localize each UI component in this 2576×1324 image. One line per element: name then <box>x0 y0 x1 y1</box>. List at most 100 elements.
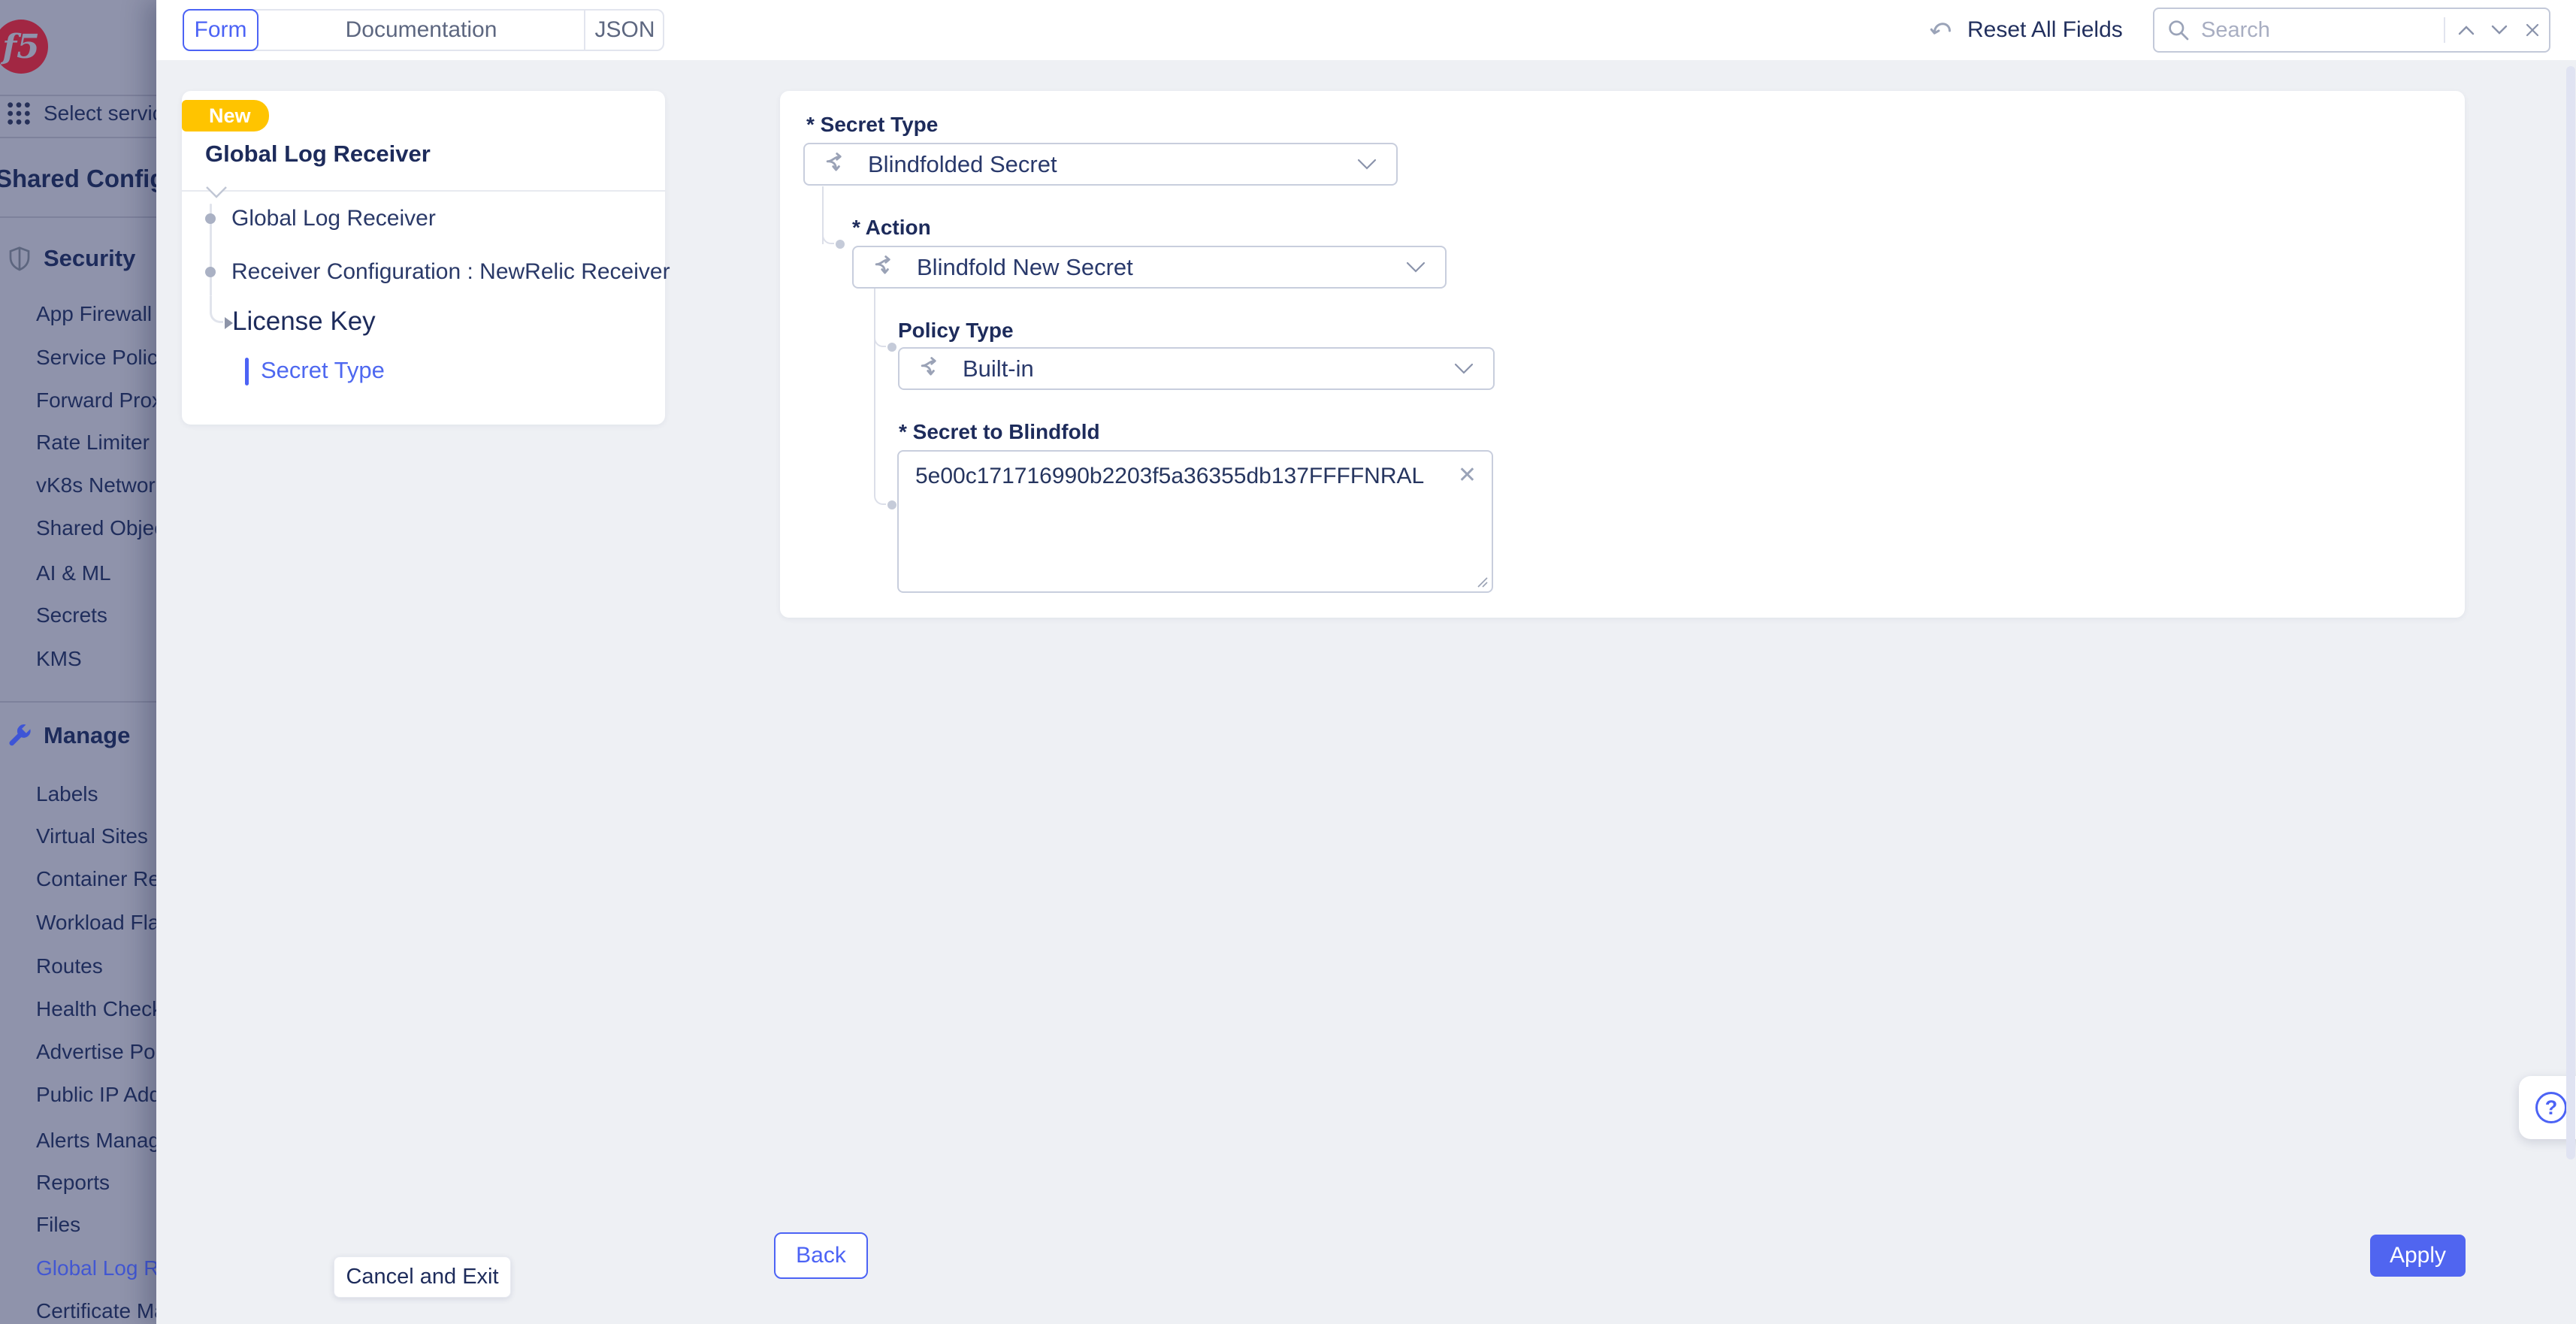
shield-icon <box>6 245 33 272</box>
active-step-marker <box>245 358 249 385</box>
sidebar-item-app-firewall[interactable]: App Firewall <box>36 301 152 328</box>
action-value: Blindfold New Secret <box>917 254 1406 281</box>
sidebar-item-rate-limiter[interactable]: Rate Limiter P <box>36 429 156 456</box>
sidebar-item-forward-proxy[interactable]: Forward Proxy <box>36 387 156 414</box>
main-panel: Documentation JSON Form Reset All Fields <box>156 0 2576 1324</box>
sidebar-item-service-policies[interactable]: Service Polici <box>36 344 156 371</box>
sidebar-item-health-checks[interactable]: Health Check <box>36 996 156 1023</box>
select-service-label: Select service <box>44 101 156 125</box>
search-next-button[interactable] <box>2483 9 2516 51</box>
field-connector-dot <box>887 500 896 509</box>
secret-to-blindfold-value: 5e00c171716990b2203f5a36355db137FFFFNRAL <box>915 464 1424 489</box>
tree-step-global-log-receiver[interactable]: Global Log Receiver <box>231 206 436 231</box>
form-card: * Secret Type Blindfolded Secret * Actio… <box>780 91 2465 618</box>
action-label: * Action <box>852 216 931 240</box>
reset-all-fields-button[interactable]: Reset All Fields <box>1928 0 2123 60</box>
chevron-down-icon <box>1357 159 1377 171</box>
sidebar-item-global-log-receiver[interactable]: Global Log Re <box>36 1255 156 1282</box>
action-select[interactable]: Blindfold New Secret <box>852 246 1447 289</box>
policy-type-label: Policy Type <box>898 319 1014 343</box>
view-tabs: Documentation JSON Form <box>183 9 664 51</box>
sidebar-item-ai-ml[interactable]: AI & ML <box>36 560 111 587</box>
wizard-nav-card: New Global Log Receiver Global Log Recei… <box>182 91 665 425</box>
sidebar-item-files[interactable]: Files <box>36 1211 80 1238</box>
sidebar-item-advertise-policies[interactable]: Advertise Poli <box>36 1038 156 1066</box>
branch-icon <box>873 255 899 280</box>
tree-step-license-key[interactable]: License Key <box>232 307 376 337</box>
resize-handle-icon[interactable] <box>1475 575 1489 588</box>
tree-bullet <box>205 213 216 224</box>
content-area: New Global Log Receiver Global Log Recei… <box>156 60 2576 1324</box>
field-connector-dot <box>887 343 896 352</box>
f5-logo-icon: f5 <box>0 20 48 74</box>
sidebar-item-vk8s-network[interactable]: vK8s Network <box>36 472 156 499</box>
secret-type-select[interactable]: Blindfolded Secret <box>803 143 1398 186</box>
undo-arrow-icon <box>1928 17 1955 44</box>
chevron-down-icon <box>2490 24 2508 36</box>
vertical-scrollbar[interactable] <box>2566 66 2575 1159</box>
tab-documentation[interactable]: Documentation <box>259 11 584 50</box>
field-connector <box>874 325 886 347</box>
search-input[interactable] <box>2201 18 2439 43</box>
sidebar-item-kms[interactable]: KMS <box>36 645 82 673</box>
sidebar-item-container-registries[interactable]: Container Reg <box>36 866 156 893</box>
new-badge-label: New <box>209 104 251 128</box>
new-badge: New <box>182 100 269 131</box>
sidebar-section-manage[interactable]: Manage <box>6 722 130 749</box>
sidebar-item-workload-flavors[interactable]: Workload Flav <box>36 909 156 936</box>
secret-to-blindfold-label: * Secret to Blindfold <box>899 420 1100 444</box>
search-prev-button[interactable] <box>2450 9 2483 51</box>
secret-type-value: Blindfolded Secret <box>868 151 1357 178</box>
policy-type-value: Built-in <box>963 355 1454 382</box>
search-divider <box>2444 17 2445 43</box>
sidebar-item-public-ip-addresses[interactable]: Public IP Addr <box>36 1081 156 1108</box>
search-icon <box>2166 18 2191 42</box>
topbar: Documentation JSON Form Reset All Fields <box>156 0 2576 60</box>
chevron-down-icon <box>1454 363 1474 375</box>
branch-icon <box>824 152 850 177</box>
search-box <box>2153 8 2550 53</box>
sidebar: f5 Select service Shared Config Security… <box>0 0 156 1324</box>
close-icon <box>2525 23 2540 38</box>
tree-step-receiver-configuration[interactable]: Receiver Configuration : NewRelic Receiv… <box>231 259 670 285</box>
wizard-title: Global Log Receiver <box>205 141 431 168</box>
tree-connector <box>210 296 223 323</box>
search-close-button[interactable] <box>2516 9 2549 51</box>
branch-icon <box>919 356 945 382</box>
divider <box>182 190 665 192</box>
field-connector <box>874 482 886 505</box>
secret-type-label: * Secret Type <box>806 113 938 137</box>
tab-form[interactable]: Form <box>183 9 259 51</box>
sidebar-item-reports[interactable]: Reports <box>36 1169 110 1196</box>
sidebar-item-routes[interactable]: Routes <box>36 953 103 980</box>
chevron-down-icon <box>1406 261 1426 274</box>
help-icon[interactable]: ? <box>2535 1092 2567 1123</box>
reset-all-fields-label: Reset All Fields <box>1967 17 2123 43</box>
wrench-icon <box>6 722 33 749</box>
sidebar-item-secrets[interactable]: Secrets <box>36 602 107 629</box>
tab-json[interactable]: JSON <box>584 11 664 50</box>
sidebar-item-shared-objects[interactable]: Shared Objec <box>36 515 156 542</box>
sidebar-item-alerts-management[interactable]: Alerts Manage <box>36 1127 156 1154</box>
sidebar-divider <box>0 95 156 96</box>
sidebar-divider <box>0 216 156 218</box>
sidebar-section-label: Manage <box>44 722 130 749</box>
tree-bullet <box>205 267 216 277</box>
sidebar-item-virtual-sites[interactable]: Virtual Sites <box>36 823 148 850</box>
sidebar-title: Shared Config <box>0 165 156 193</box>
field-connector <box>822 222 834 244</box>
sidebar-divider <box>0 701 156 703</box>
tree-step-secret-type[interactable]: Secret Type <box>261 357 385 384</box>
back-button[interactable]: Back <box>774 1232 868 1279</box>
policy-type-select[interactable]: Built-in <box>898 347 1495 390</box>
sidebar-item-certificate-management[interactable]: Certificate Ma <box>36 1298 156 1324</box>
secret-to-blindfold-textarea[interactable]: 5e00c171716990b2203f5a36355db137FFFFNRAL… <box>897 450 1493 593</box>
sidebar-item-labels[interactable]: Labels <box>36 781 98 808</box>
field-connector-dot <box>836 240 845 249</box>
cancel-and-exit-button[interactable]: Cancel and Exit <box>334 1256 511 1298</box>
select-service-menu[interactable]: Select service <box>6 101 156 126</box>
clear-icon[interactable]: ✕ <box>1458 462 1477 488</box>
sidebar-section-security[interactable]: Security <box>6 245 135 272</box>
apply-button[interactable]: Apply <box>2370 1235 2466 1277</box>
chevron-up-icon <box>2457 24 2475 36</box>
